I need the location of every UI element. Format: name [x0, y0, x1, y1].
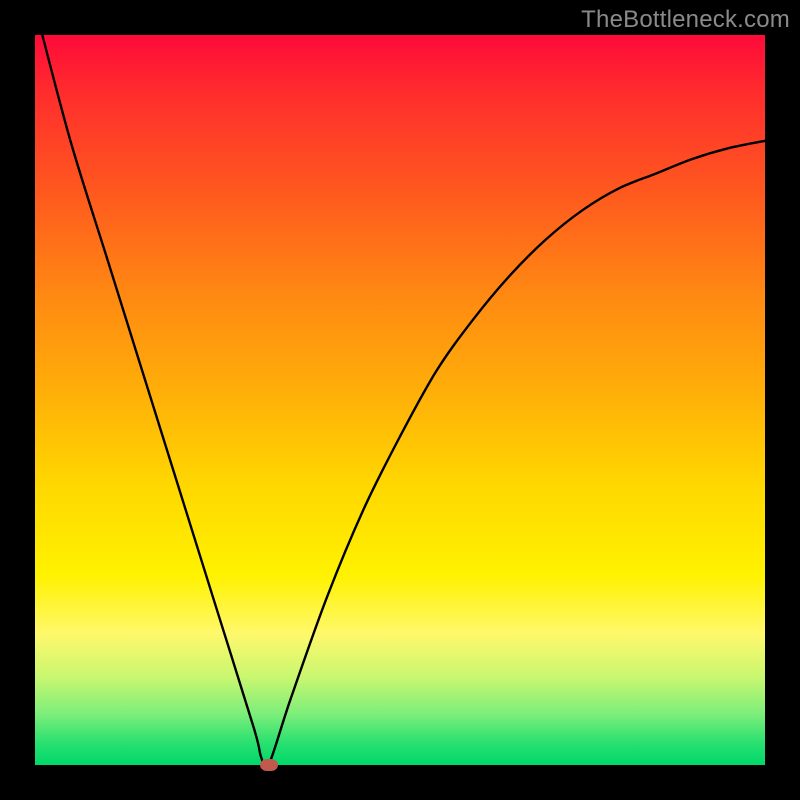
chart-frame: TheBottleneck.com: [0, 0, 800, 800]
watermark-text: TheBottleneck.com: [581, 6, 790, 34]
bottleneck-curve: [35, 35, 765, 765]
bottleneck-min-marker: [260, 759, 278, 771]
plot-area: [35, 35, 765, 765]
